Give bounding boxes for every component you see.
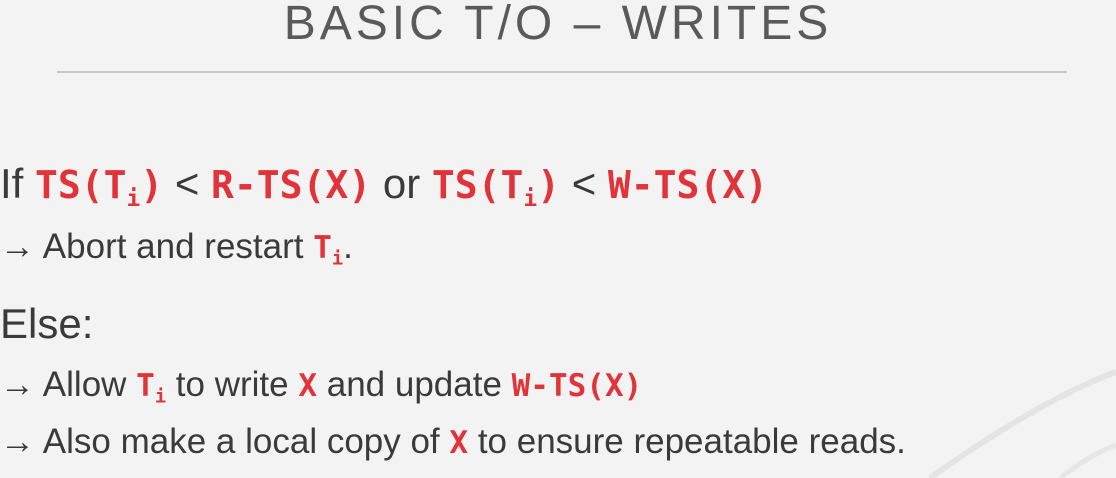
- ensure-text: to ensure repeatable reads.: [477, 422, 906, 461]
- else-label: Else:: [0, 300, 94, 347]
- arrow-icon: →: [0, 365, 35, 404]
- allow-text: Allow: [42, 365, 127, 404]
- allow-line: → Allow Ti to write X and update W-TS(X): [0, 365, 642, 408]
- slide-title: BASIC T/O – WRITES: [283, 0, 833, 50]
- x-term: X: [449, 425, 469, 461]
- copy-text: Also make a local copy of: [42, 422, 440, 461]
- arrow-icon: →: [0, 227, 35, 266]
- ti-term: Ti: [313, 230, 344, 270]
- x-term: X: [298, 368, 317, 404]
- less-than-2: <: [571, 160, 597, 207]
- arrow-icon: →: [0, 422, 35, 461]
- r-ts-term: R-TS(X): [211, 163, 372, 207]
- abort-text: Abort and restart: [42, 227, 304, 266]
- if-keyword: If: [0, 160, 24, 207]
- period: .: [343, 227, 353, 266]
- slide: BASIC T/O – WRITES If TS(Ti) < R-TS(X) o…: [0, 0, 1116, 478]
- less-than: <: [174, 160, 200, 207]
- and-update-text: and update: [326, 365, 502, 404]
- or-keyword: or: [382, 160, 421, 207]
- if-condition-line: If TS(Ti) < R-TS(X) or TS(Ti) < W-TS(X): [0, 160, 768, 212]
- abort-line: → Abort and restart Ti.: [0, 227, 353, 270]
- copy-line: → Also make a local copy of X to ensure …: [0, 422, 906, 462]
- ts-ti-term: TS(Ti): [35, 163, 164, 212]
- title-divider: [57, 71, 1067, 73]
- ti-term: Ti: [136, 368, 167, 408]
- w-ts-term: W-TS(X): [607, 163, 769, 207]
- to-write-text: to write: [175, 365, 289, 404]
- w-ts-term: W-TS(X): [511, 368, 643, 404]
- ts-ti-term-2: TS(Ti): [431, 163, 561, 212]
